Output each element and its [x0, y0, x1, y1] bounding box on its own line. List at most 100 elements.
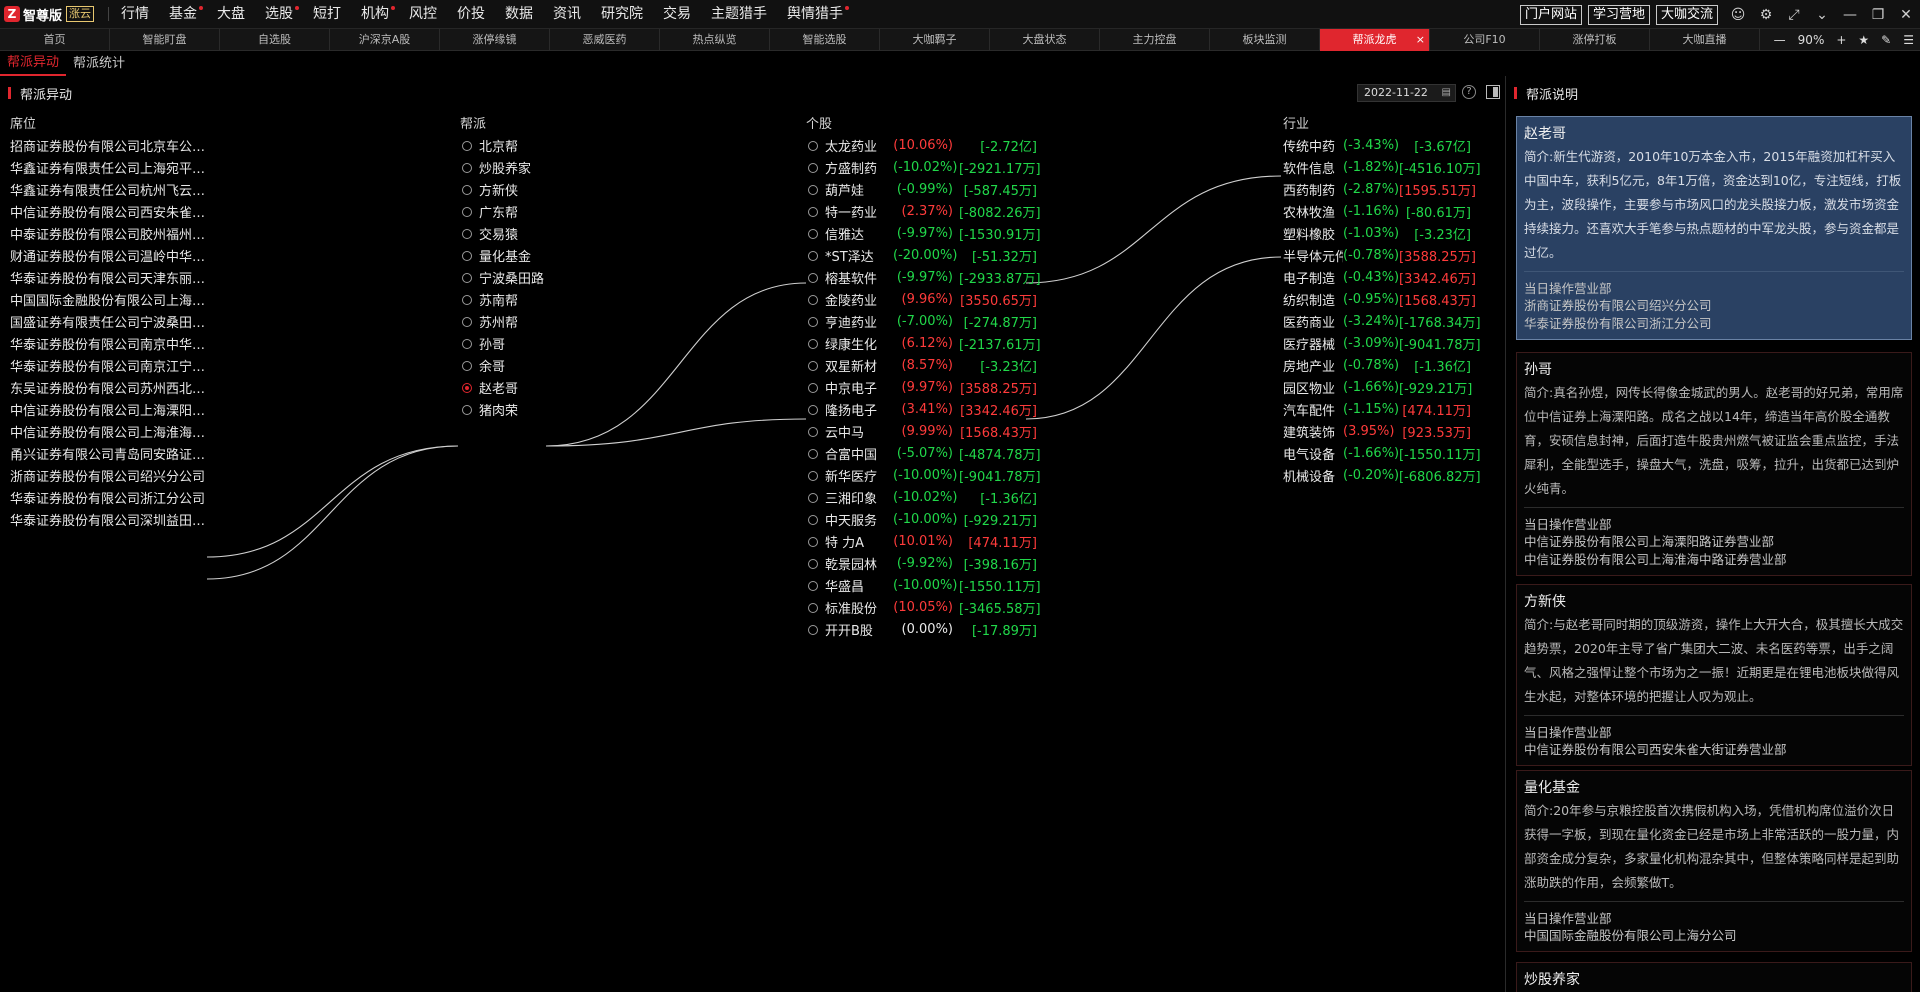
- stock-radio[interactable]: [808, 250, 818, 261]
- seat-item[interactable]: 东吴证券股份有限公司苏州西北街证券营业部: [10, 378, 206, 397]
- pen-icon[interactable]: ✎: [1875, 33, 1897, 47]
- stock-item[interactable]: 标准股份 (10.05%) [-3465.58万]: [808, 598, 1041, 617]
- stock-radio[interactable]: [808, 624, 818, 635]
- tab-item[interactable]: 智能选股: [770, 29, 880, 51]
- tab-item[interactable]: 首页: [0, 29, 110, 51]
- gang-item[interactable]: 赵老哥: [462, 378, 518, 397]
- portal-link[interactable]: 门户网站: [1519, 4, 1582, 25]
- gang-radio[interactable]: [462, 316, 472, 327]
- stock-item[interactable]: 太龙药业 (10.06%) [-2.72亿]: [808, 136, 1037, 155]
- gang-radio[interactable]: [462, 184, 472, 195]
- calendar-icon[interactable]: ▤: [1442, 85, 1451, 101]
- gang-item[interactable]: 广东帮: [462, 202, 518, 221]
- stock-item[interactable]: 中天服务 (-10.00%) [-929.21万]: [808, 510, 1037, 529]
- stock-item[interactable]: 特一药业 (2.37%) [-8082.26万]: [808, 202, 1041, 221]
- industry-item[interactable]: 农林牧渔 (-1.16%) [-80.61万]: [1283, 202, 1471, 221]
- zoom-out-icon[interactable]: —: [1768, 33, 1792, 47]
- industry-item[interactable]: 医疗器械 (-3.09%) [-9041.78万]: [1283, 334, 1481, 353]
- user-icon[interactable]: ☺: [1724, 0, 1752, 29]
- seat-item[interactable]: 甬兴证券有限公司青岛同安路证券营业部: [10, 444, 206, 463]
- gang-radio[interactable]: [462, 272, 472, 283]
- stock-radio[interactable]: [808, 162, 818, 173]
- layout-toggle-icon[interactable]: [1486, 85, 1500, 99]
- gang-card[interactable]: 方新侠 简介:与赵老哥同时期的顶级游资，操作上大开大合，极其擅长大成交趋势票，20…: [1516, 584, 1912, 766]
- gang-radio[interactable]: [462, 382, 472, 393]
- menu-item[interactable]: 主题猎手: [701, 0, 777, 29]
- seat-item[interactable]: 华鑫证券有限责任公司杭州飞云江路证券营业部: [10, 180, 206, 199]
- stock-item[interactable]: 乾景园林 (-9.92%) [-398.16万]: [808, 554, 1037, 573]
- close-tab-icon[interactable]: ×: [1416, 29, 1425, 51]
- industry-item[interactable]: 汽车配件 (-1.15%) [474.11万]: [1283, 400, 1471, 419]
- list-icon[interactable]: ☰: [1897, 33, 1920, 47]
- stock-item[interactable]: 开开B股 (0.00%) [-17.89万]: [808, 620, 1037, 639]
- tab-item[interactable]: 主力控盘: [1100, 29, 1210, 51]
- seat-item[interactable]: 华泰证券股份有限公司浙江分公司: [10, 488, 206, 507]
- gang-item[interactable]: 北京帮: [462, 136, 518, 155]
- seat-item[interactable]: 中信证券股份有限公司上海溧阳路证券营业部: [10, 400, 206, 419]
- gang-item[interactable]: 苏南帮: [462, 290, 518, 309]
- tab-item[interactable]: 大咖直播: [1650, 29, 1760, 51]
- stock-radio[interactable]: [808, 514, 818, 525]
- industry-item[interactable]: 电气设备 (-1.66%) [-1550.11万]: [1283, 444, 1481, 463]
- stock-radio[interactable]: [808, 536, 818, 547]
- gang-item[interactable]: 炒股养家: [462, 158, 531, 177]
- stock-item[interactable]: 绿康生化 (6.12%) [-2137.61万]: [808, 334, 1041, 353]
- stock-radio[interactable]: [808, 426, 818, 437]
- stock-item[interactable]: 合富中国 (-5.07%) [-4874.78万]: [808, 444, 1041, 463]
- tab-item[interactable]: 涨停缘镜: [440, 29, 550, 51]
- settings-icon[interactable]: ⚙: [1752, 0, 1780, 29]
- industry-item[interactable]: 软件信息 (-1.82%) [-4516.10万]: [1283, 158, 1481, 177]
- stock-item[interactable]: 三湘印象 (-10.02%) [-1.36亿]: [808, 488, 1037, 507]
- menu-item[interactable]: 交易: [653, 0, 701, 29]
- stock-item[interactable]: 亨迪药业 (-7.00%) [-274.87万]: [808, 312, 1037, 331]
- stock-radio[interactable]: [808, 338, 818, 349]
- menu-item[interactable]: 大盘: [207, 0, 255, 29]
- industry-item[interactable]: 纺织制造 (-0.95%) [1568.43万]: [1283, 290, 1476, 309]
- date-picker[interactable]: 2022-11-22 ▤: [1357, 84, 1456, 102]
- stock-radio[interactable]: [808, 404, 818, 415]
- menu-item[interactable]: 研究院: [591, 0, 653, 29]
- seat-item[interactable]: 华泰证券股份有限公司南京江宁天元东路证券营业部: [10, 356, 206, 375]
- industry-item[interactable]: 医药商业 (-3.24%) [-1768.34万]: [1283, 312, 1481, 331]
- menu-item[interactable]: 舆情猎手: [777, 0, 853, 29]
- tab-item[interactable]: 大盘状态: [990, 29, 1100, 51]
- seat-item[interactable]: 华泰证券股份有限公司深圳益田路荣超商务中心证券营业部: [10, 510, 206, 529]
- gang-item[interactable]: 孙哥: [462, 334, 505, 353]
- seat-item[interactable]: 中泰证券股份有限公司胶州福州支路证券营业部: [10, 224, 206, 243]
- tab-item[interactable]: 大咖羁子: [880, 29, 990, 51]
- subtab-gang-stats[interactable]: 帮派统计: [66, 53, 132, 75]
- menu-item[interactable]: 数据: [495, 0, 543, 29]
- stock-radio[interactable]: [808, 184, 818, 195]
- gang-item[interactable]: 余哥: [462, 356, 505, 375]
- star-icon[interactable]: ★: [1852, 33, 1875, 47]
- tab-item[interactable]: 沪深京A股: [330, 29, 440, 51]
- stock-radio[interactable]: [808, 360, 818, 371]
- seat-item[interactable]: 中信证券股份有限公司西安朱雀大街证券营业部: [10, 202, 206, 221]
- stock-item[interactable]: *ST泽达 (-20.00%) [-51.32万]: [808, 246, 1037, 265]
- expert-link[interactable]: 大咖交流: [1655, 4, 1718, 25]
- seat-item[interactable]: 浙商证券股份有限公司绍兴分公司: [10, 466, 206, 485]
- industry-item[interactable]: 房地产业 (-0.78%) [-1.36亿]: [1283, 356, 1471, 375]
- stock-item[interactable]: 信雅达 (-9.97%) [-1530.91万]: [808, 224, 1041, 243]
- tab-item[interactable]: 公司F10: [1430, 29, 1540, 51]
- stock-radio[interactable]: [808, 470, 818, 481]
- stock-radio[interactable]: [808, 492, 818, 503]
- stock-radio[interactable]: [808, 448, 818, 459]
- stock-item[interactable]: 葫芦娃 (-0.99%) [-587.45万]: [808, 180, 1037, 199]
- learning-link[interactable]: 学习营地: [1587, 4, 1650, 25]
- industry-item[interactable]: 机械设备 (-0.20%) [-6806.82万]: [1283, 466, 1481, 485]
- stock-item[interactable]: 中京电子 (9.97%) [3588.25万]: [808, 378, 1037, 397]
- gang-radio[interactable]: [462, 162, 472, 173]
- menu-item[interactable]: 风控: [399, 0, 447, 29]
- tab-item[interactable]: 帮派龙虎 ×: [1320, 29, 1430, 51]
- restore-icon[interactable]: ❐: [1864, 0, 1892, 29]
- seat-item[interactable]: 华鑫证券有限责任公司上海宛平南路证券营业部: [10, 158, 206, 177]
- menu-item[interactable]: 短打: [303, 0, 351, 29]
- tab-item[interactable]: 智能盯盘: [110, 29, 220, 51]
- gang-card[interactable]: 孙哥 简介:真名孙煜，网传长得像金城武的男人。赵老哥的好兄弟，常用席位中信证券上海…: [1516, 352, 1912, 576]
- stock-item[interactable]: 榕基软件 (-9.97%) [-2933.87万]: [808, 268, 1041, 287]
- stock-item[interactable]: 华盛昌 (-10.00%) [-1550.11万]: [808, 576, 1041, 595]
- stock-item[interactable]: 新华医疗 (-10.00%) [-9041.78万]: [808, 466, 1041, 485]
- stock-radio[interactable]: [808, 382, 818, 393]
- gang-item[interactable]: 宁波桑田路: [462, 268, 544, 287]
